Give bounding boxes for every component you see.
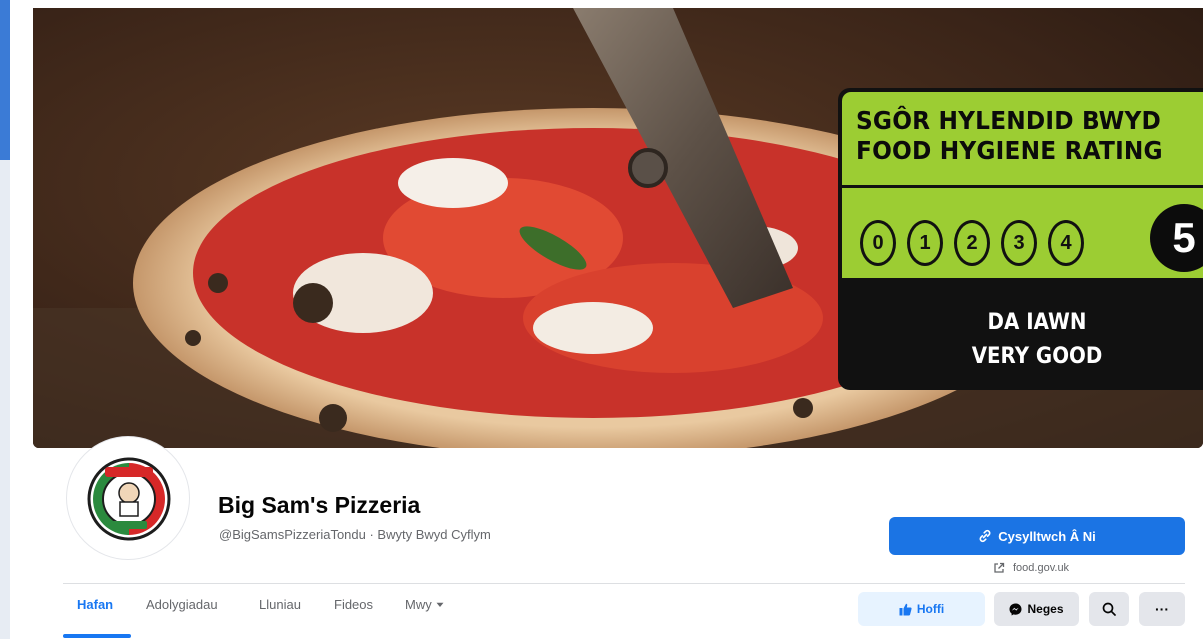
chevron-down-icon <box>436 602 444 607</box>
more-options-button[interactable]: ··· <box>1139 592 1185 626</box>
search-icon <box>1102 602 1116 616</box>
rating-verdict: DA IAWN VERY GOOD <box>971 310 1103 369</box>
search-button[interactable] <box>1089 592 1129 626</box>
website-link-label: food.gov.uk <box>1013 562 1070 574</box>
external-link-icon <box>994 562 1005 573</box>
tab-more[interactable]: Mwy <box>405 597 444 612</box>
thumbs-up-icon <box>899 603 912 615</box>
tab-home[interactable]: Hafan <box>77 597 113 612</box>
messenger-icon <box>1009 603 1022 615</box>
rating-scale-2: 2 <box>954 220 990 266</box>
tab-reviews[interactable]: Adolygiadau <box>146 597 218 612</box>
active-tab-indicator <box>63 634 131 638</box>
window-edge <box>0 0 10 639</box>
tab-more-label: Mwy <box>405 597 432 612</box>
message-button[interactable]: Neges <box>994 592 1079 626</box>
divider <box>63 583 1185 584</box>
more-options-icon: ··· <box>1155 601 1169 617</box>
tab-photos[interactable]: Lluniau <box>259 597 301 612</box>
rating-scale-1: 1 <box>907 220 943 266</box>
page-handle-category: @BigSamsPizzeriaTondu · Bwyty Bwyd Cyfly… <box>219 527 491 542</box>
profile-avatar[interactable] <box>66 436 190 560</box>
cover-photo[interactable]: SGÔR HYLENDID BWYD FOOD HYGIENE RATING 0… <box>33 8 1203 448</box>
pizzeria-logo <box>87 457 171 541</box>
message-label: Neges <box>1027 602 1064 616</box>
rating-title: SGÔR HYLENDID BWYD FOOD HYGIENE RATING <box>856 106 1163 165</box>
rating-scale-4: 4 <box>1048 220 1084 266</box>
contact-us-label: Cysylltwch Â Ni <box>998 528 1096 544</box>
rating-scale-3: 3 <box>1001 220 1037 266</box>
link-icon <box>979 529 991 543</box>
like-button[interactable]: Hoffi <box>858 592 985 626</box>
website-link[interactable]: food.gov.uk <box>993 562 1069 574</box>
rating-scale-0: 0 <box>860 220 896 266</box>
page-title: Big Sam's Pizzeria <box>218 492 421 518</box>
food-hygiene-rating-sign: SGÔR HYLENDID BWYD FOOD HYGIENE RATING 0… <box>838 88 1203 390</box>
tab-videos[interactable]: Fideos <box>334 597 373 612</box>
contact-us-button[interactable]: Cysylltwch Â Ni <box>889 517 1185 555</box>
like-label: Hoffi <box>916 602 945 616</box>
